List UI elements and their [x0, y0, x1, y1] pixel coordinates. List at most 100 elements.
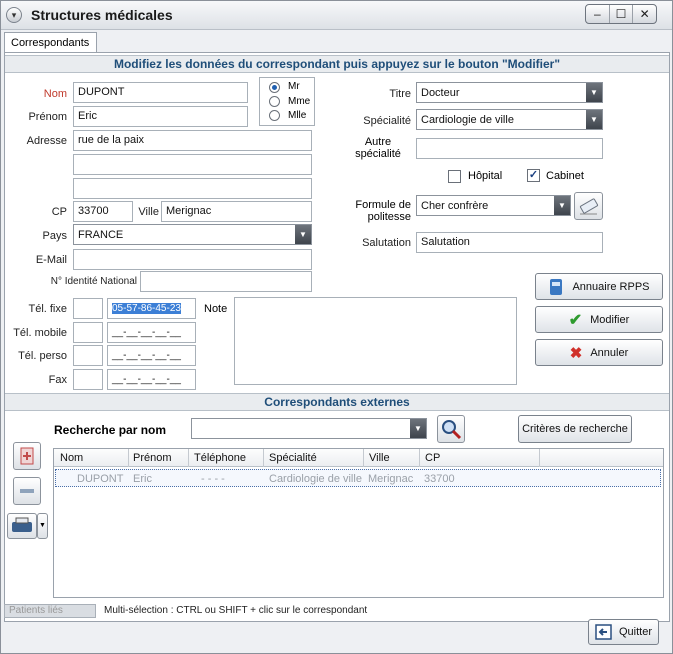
salutation-field[interactable]: Salutation [416, 232, 603, 253]
column-cp[interactable]: CP [425, 452, 440, 464]
chevron-down-icon[interactable]: ▼ [295, 225, 311, 244]
adresse-line-2[interactable] [73, 154, 312, 175]
cp-label: CP [51, 206, 67, 218]
ville-field[interactable]: Merignac [161, 201, 312, 222]
radio-mr-label: Mr [288, 81, 300, 92]
radio-mlle-label: Mlle [288, 110, 307, 121]
tel-fixe-field[interactable]: 05-57-86-45-23 [107, 298, 196, 319]
cabinet-checkbox[interactable]: ✓ [527, 169, 540, 182]
minimize-icon[interactable]: ‒ [586, 5, 610, 23]
cell-telephone: - - - - [201, 473, 225, 485]
column-separator[interactable] [188, 449, 189, 467]
column-nom[interactable]: Nom [60, 452, 83, 464]
tab-correspondants[interactable]: Correspondants [4, 32, 97, 53]
formule-select[interactable]: Cher confrère ▼ [416, 195, 571, 216]
tab-patients-lies[interactable]: Patients liés [4, 604, 96, 618]
multi-selection-hint: Multi-sélection : CTRL ou SHIFT + clic s… [104, 605, 368, 616]
salutation-label: Salutation [362, 237, 411, 249]
column-separator[interactable] [419, 449, 420, 467]
prenom-field[interactable]: Eric [73, 106, 248, 127]
adresse-line-1[interactable]: rue de la paix [73, 130, 312, 151]
grid-header: Nom Prénom Téléphone Spécialité Ville CP [54, 449, 663, 467]
pays-select[interactable]: FRANCE ▼ [73, 224, 312, 245]
chevron-down-icon[interactable]: ▼ [410, 419, 426, 438]
cp-field[interactable]: 33700 [73, 201, 133, 222]
tel-mobile-label: Tél. mobile [13, 327, 67, 339]
titre-value: Docteur [421, 87, 460, 99]
chevron-down-icon[interactable]: ▼ [554, 196, 570, 215]
maximize-icon[interactable]: ☐ [610, 5, 634, 23]
edit-formule-button[interactable] [574, 192, 603, 220]
recherche-select[interactable]: ▼ [191, 418, 427, 439]
minus-icon [20, 489, 34, 493]
correspondants-grid: Nom Prénom Téléphone Spécialité Ville CP… [53, 448, 664, 598]
radio-mme-label: Mme [288, 96, 311, 107]
tel-fixe-prefix[interactable] [73, 298, 103, 319]
column-prenom[interactable]: Prénom [133, 452, 172, 464]
fax-label: Fax [48, 374, 67, 386]
remove-correspondant-button[interactable] [13, 477, 41, 505]
criteres-button[interactable]: Critères de recherche [518, 415, 632, 443]
tel-mobile-prefix[interactable] [73, 322, 103, 343]
column-separator[interactable] [263, 449, 264, 467]
column-specialite[interactable]: Spécialité [269, 452, 317, 464]
autre-specialite-label: Autre spécialité [345, 136, 411, 160]
specialite-value: Cardiologie de ville [421, 114, 514, 126]
annuaire-rpps-button[interactable]: Annuaire RPPS [535, 273, 663, 300]
tel-perso-prefix[interactable] [73, 345, 103, 366]
hopital-checkbox[interactable] [448, 170, 461, 183]
close-icon[interactable]: ✕ [633, 5, 656, 23]
column-separator[interactable] [363, 449, 364, 467]
annuler-button[interactable]: ✖ Annuler [535, 339, 663, 366]
print-button[interactable] [7, 513, 37, 539]
add-correspondant-button[interactable] [13, 442, 41, 470]
table-row[interactable]: DUPONT Eric - - - - Cardiologie de ville… [55, 469, 661, 487]
titre-label: Titre [389, 88, 411, 100]
search-button[interactable] [437, 415, 465, 443]
note-field[interactable] [234, 297, 517, 385]
externes-header: Correspondants externes [5, 393, 669, 411]
cross-icon: ✖ [569, 344, 583, 362]
tel-mobile-field[interactable]: __-__-__-__-__ [107, 322, 196, 343]
annuaire-rpps-label: Annuaire RPPS [572, 280, 650, 293]
formule-label-line-2: politesse [367, 211, 411, 223]
radio-mme[interactable] [269, 96, 280, 107]
chevron-down-icon[interactable]: ▼ [586, 110, 602, 129]
tel-perso-field[interactable]: __-__-__-__-__ [107, 345, 196, 366]
radio-mlle[interactable] [269, 110, 280, 121]
quitter-label: Quitter [618, 626, 652, 638]
print-options-dropdown[interactable]: ▼ [37, 513, 48, 539]
chevron-down-icon[interactable]: ▼ [586, 83, 602, 102]
autre-specialite-field[interactable] [416, 138, 603, 159]
email-field[interactable] [73, 249, 312, 270]
fax-field[interactable]: __-__-__-__-__ [107, 369, 196, 390]
search-icon [442, 420, 462, 440]
autre-specialite-label-line-2: spécialité [355, 148, 401, 160]
specialite-select[interactable]: Cardiologie de ville ▼ [416, 109, 603, 130]
nom-field[interactable]: DUPONT [73, 82, 248, 103]
cell-cp: 33700 [424, 473, 455, 485]
quitter-button[interactable]: Quitter [588, 619, 659, 645]
tel-perso-label: Tél. perso [18, 350, 67, 362]
specialite-label: Spécialité [363, 115, 411, 127]
column-ville[interactable]: Ville [369, 452, 390, 464]
system-menu-icon[interactable]: ▾ [6, 7, 22, 23]
column-separator[interactable] [128, 449, 129, 467]
tel-fixe-label: Tél. fixe [28, 303, 67, 315]
add-document-icon [20, 447, 34, 465]
radio-mr[interactable] [269, 82, 280, 93]
modifier-button[interactable]: ✔ Modifier [535, 306, 663, 333]
window-title: Structures médicales [31, 7, 173, 23]
prenom-label: Prénom [28, 111, 67, 123]
cabinet-label: Cabinet [546, 170, 584, 182]
formule-value: Cher confrère [421, 200, 489, 212]
column-separator[interactable] [539, 449, 540, 467]
column-telephone[interactable]: Téléphone [194, 452, 246, 464]
email-label: E-Mail [35, 254, 67, 266]
titre-select[interactable]: Docteur ▼ [416, 82, 603, 103]
phone-book-icon [550, 278, 563, 295]
nin-field[interactable] [140, 271, 312, 292]
adresse-line-3[interactable] [73, 178, 312, 199]
fax-prefix[interactable] [73, 369, 103, 390]
chevron-down-icon: ▼ [39, 522, 46, 529]
